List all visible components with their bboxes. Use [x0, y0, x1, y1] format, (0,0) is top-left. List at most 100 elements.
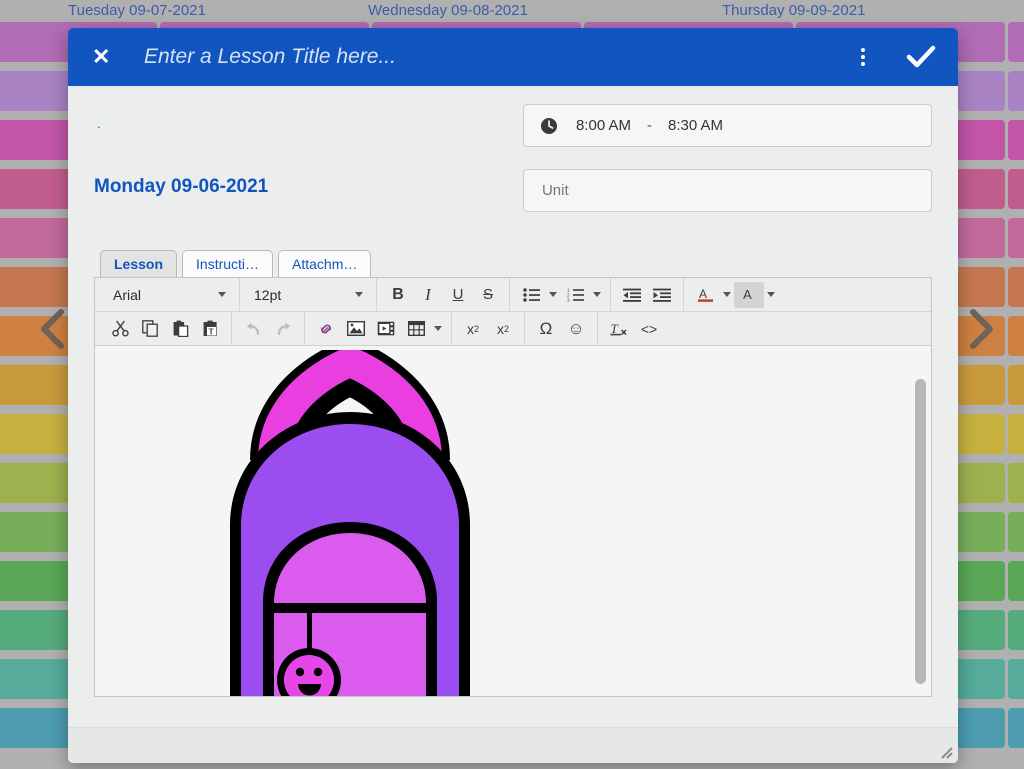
calendar-slot[interactable]	[1008, 463, 1024, 503]
tab-attachments[interactable]: Attachm…	[278, 250, 372, 277]
paste-button[interactable]	[165, 316, 195, 342]
calendar-slot[interactable]	[1008, 267, 1024, 307]
outdent-button[interactable]	[617, 282, 647, 308]
chevron-left-icon	[38, 307, 66, 351]
more-vertical-icon[interactable]	[850, 42, 876, 72]
start-time-value[interactable]: 8:00 AM	[576, 117, 631, 134]
undo-button[interactable]	[238, 316, 268, 342]
highlight-color-button[interactable]: A	[734, 281, 764, 308]
svg-text:T: T	[208, 327, 213, 336]
italic-button[interactable]: I	[413, 282, 443, 308]
resize-handle-icon[interactable]	[939, 745, 953, 759]
lesson-date-label: Monday 09-06-2021	[94, 176, 269, 197]
color-group: A A	[684, 278, 784, 311]
unit-input[interactable]	[539, 181, 915, 200]
chevron-right-icon	[968, 307, 996, 351]
calendar-slot[interactable]	[1008, 708, 1024, 748]
calendar-slot[interactable]	[1008, 365, 1024, 405]
numbered-list-button[interactable]: 1 2 3	[560, 282, 590, 308]
day-header-wednesday: Wednesday 09-08-2021	[368, 2, 528, 19]
chevron-down-icon[interactable]	[215, 282, 229, 308]
purple-backpack-illustration	[195, 346, 505, 696]
bold-button[interactable]: B	[383, 282, 413, 308]
end-time-value[interactable]: 8:30 AM	[668, 117, 723, 134]
superscript-button[interactable]: x2	[488, 316, 518, 342]
svg-text:A: A	[743, 287, 752, 302]
copy-button[interactable]	[135, 316, 165, 342]
calendar-slot[interactable]	[1008, 169, 1024, 209]
check-icon[interactable]	[906, 44, 936, 70]
calendar-slot[interactable]	[1008, 659, 1024, 699]
tools-group: T <>	[598, 312, 670, 345]
insert-link-button[interactable]	[311, 316, 341, 342]
tab-instructions[interactable]: Instructi…	[182, 250, 274, 277]
font-size-group: 12pt	[240, 278, 377, 311]
close-icon[interactable]: ✕	[92, 46, 118, 68]
svg-text:T: T	[611, 321, 619, 336]
svg-text:3: 3	[567, 297, 570, 301]
clock-icon	[540, 117, 558, 135]
indent-button[interactable]	[647, 282, 677, 308]
insert-table-button[interactable]	[401, 316, 431, 342]
calendar-slot[interactable]	[1008, 561, 1024, 601]
bullet-list-button[interactable]	[516, 282, 546, 308]
font-family-select[interactable]: Arial	[105, 282, 233, 308]
unit-field[interactable]	[522, 169, 932, 212]
underline-button[interactable]: U	[443, 282, 473, 308]
time-range-field[interactable]: 8:00 AM - 8:30 AM	[522, 104, 932, 147]
calendar-day-column	[1008, 22, 1024, 769]
tab-lesson[interactable]: Lesson	[100, 250, 178, 277]
chevron-down-icon[interactable]	[431, 316, 445, 342]
rich-text-editor: Arial 12pt B I U S 1 2 3 A A T x 2 x 2 Ω…	[94, 277, 932, 697]
chevron-down-icon[interactable]	[546, 282, 560, 308]
calendar-slot[interactable]	[1008, 512, 1024, 552]
chevron-down-icon[interactable]	[352, 282, 366, 308]
symbol-group: Ω ☺	[525, 312, 598, 345]
insert-image-button[interactable]	[341, 316, 371, 342]
source-code-button[interactable]: <>	[634, 316, 664, 342]
calendar-slot[interactable]	[1008, 218, 1024, 258]
special-character-button[interactable]: Ω	[531, 316, 561, 342]
emoticon-button[interactable]: ☺	[561, 316, 591, 342]
font-family-value: Arial	[113, 286, 142, 303]
remove-format-button[interactable]: T	[604, 316, 634, 342]
lesson-title-input[interactable]	[142, 44, 850, 70]
calendar-slot[interactable]	[1008, 610, 1024, 650]
cut-button[interactable]	[105, 316, 135, 342]
dialog-body: . Monday 09-06-2021 8:00 AM - 8:30 AM Un…	[68, 86, 958, 727]
subscript-button[interactable]: x2	[458, 316, 488, 342]
previous-week-button[interactable]	[32, 300, 72, 358]
insert-group	[305, 312, 452, 345]
list-group: 1 2 3	[510, 278, 611, 311]
calendar-slot[interactable]	[1008, 316, 1024, 356]
day-header-thursday: Thursday 09-09-2021	[722, 2, 866, 19]
lesson-editor-dialog: ✕ . Monday 09-06-2021	[68, 28, 958, 763]
dialog-header: ✕	[68, 28, 958, 86]
day-header-tuesday: Tuesday 09-07-2021	[68, 2, 206, 19]
calendar-slot[interactable]	[1008, 120, 1024, 160]
font-size-select[interactable]: 12pt	[246, 282, 370, 308]
meta-right-column: 8:00 AM - 8:30 AM	[522, 104, 932, 212]
next-week-button[interactable]	[962, 300, 1002, 358]
calendar-slot[interactable]	[1008, 22, 1024, 62]
editor-content-area[interactable]	[95, 346, 931, 696]
text-color-button[interactable]: A	[690, 282, 720, 308]
redo-button[interactable]	[268, 316, 298, 342]
font-size-value: 12pt	[254, 286, 282, 303]
strikethrough-button[interactable]: S	[473, 282, 503, 308]
editor-tabs: Lesson Instructi… Attachm…	[94, 249, 932, 277]
paste-text-button[interactable]: T	[195, 316, 225, 342]
chevron-down-icon[interactable]	[720, 282, 734, 308]
insert-video-button[interactable]	[371, 316, 401, 342]
calendar-slot[interactable]	[1008, 71, 1024, 111]
editor-toolbar-row-2: T x 2 x 2 Ω ☺ T <>	[95, 312, 931, 346]
text-style-group: B I U S	[377, 278, 510, 311]
time-separator: -	[647, 117, 653, 134]
chevron-down-icon[interactable]	[590, 282, 604, 308]
calendar-slot[interactable]	[1008, 414, 1024, 454]
script-group: x2 x2	[452, 312, 525, 345]
dialog-footer	[68, 727, 958, 763]
editor-scrollbar-thumb[interactable]	[915, 379, 926, 684]
font-family-group: Arial	[99, 278, 240, 311]
chevron-down-icon[interactable]	[764, 282, 778, 308]
